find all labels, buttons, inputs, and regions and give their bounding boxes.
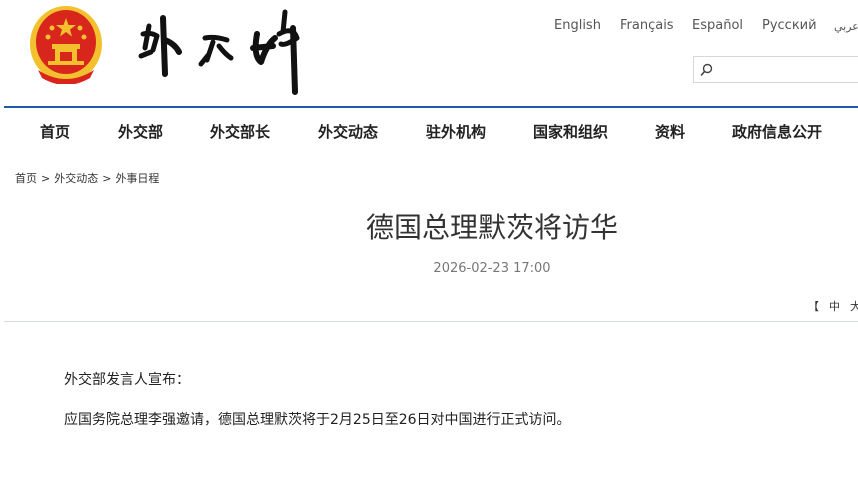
nav-item-home[interactable]: 首页 xyxy=(40,121,70,142)
nav-item-minister[interactable]: 外交部长 xyxy=(210,121,270,142)
site-header: English Français Español Русский عربي xyxy=(0,0,858,106)
search-icon[interactable] xyxy=(700,63,714,77)
font-size-medium-button[interactable]: 中 xyxy=(829,300,840,313)
lang-spanish-link[interactable]: Español xyxy=(692,18,743,33)
nav-item-missions-abroad[interactable]: 驻外机构 xyxy=(426,121,486,142)
font-size-large-button[interactable]: 大 xyxy=(850,300,858,313)
nav-item-diplomatic-news[interactable]: 外交动态 xyxy=(318,121,378,142)
font-size-controls: 【中大 xyxy=(808,298,858,314)
font-size-bracket: 【 xyxy=(808,300,819,313)
nav-item-government-info[interactable]: 政府信息公开 xyxy=(732,121,822,142)
nav-item-ministry[interactable]: 外交部 xyxy=(118,121,163,142)
article-date: 2026-02-23 17:00 xyxy=(433,261,551,276)
article-paragraph: 应国务院总理李强邀请，德国总理默茨将于2月25日至26日对中国进行正式访问。 xyxy=(64,412,571,428)
search-box xyxy=(693,56,858,83)
lang-arabic-link[interactable]: عربي xyxy=(834,20,858,33)
nav-item-countries-organizations[interactable]: 国家和组织 xyxy=(533,121,608,142)
breadcrumb-foreign-affairs-schedule-link[interactable]: 外事日程 xyxy=(115,172,159,185)
article-paragraph: 外交部发言人宣布： xyxy=(64,372,190,388)
national-emblem-logo[interactable] xyxy=(28,4,104,84)
search-input[interactable] xyxy=(718,60,852,81)
breadcrumb-diplomatic-news-link[interactable]: 外交动态 xyxy=(54,172,98,185)
language-switcher: English Français Español Русский عربي xyxy=(0,18,858,38)
content-divider xyxy=(4,321,858,322)
breadcrumb-separator: > xyxy=(41,172,51,185)
lang-russian-link[interactable]: Русский xyxy=(762,18,817,33)
lang-french-link[interactable]: Français xyxy=(620,18,674,33)
main-navigation: 首页 外交部 外交部长 外交动态 驻外机构 国家和组织 资料 政府信息公开 xyxy=(4,106,858,152)
nav-item-materials[interactable]: 资料 xyxy=(655,121,685,142)
lang-english-link[interactable]: English xyxy=(554,18,601,33)
article-title: 德国总理默茨将访华 xyxy=(365,211,618,244)
breadcrumb-home-link[interactable]: 首页 xyxy=(15,172,37,185)
breadcrumb-separator: > xyxy=(102,172,112,185)
breadcrumb: 首页 > 外交动态 > 外事日程 xyxy=(15,170,159,186)
